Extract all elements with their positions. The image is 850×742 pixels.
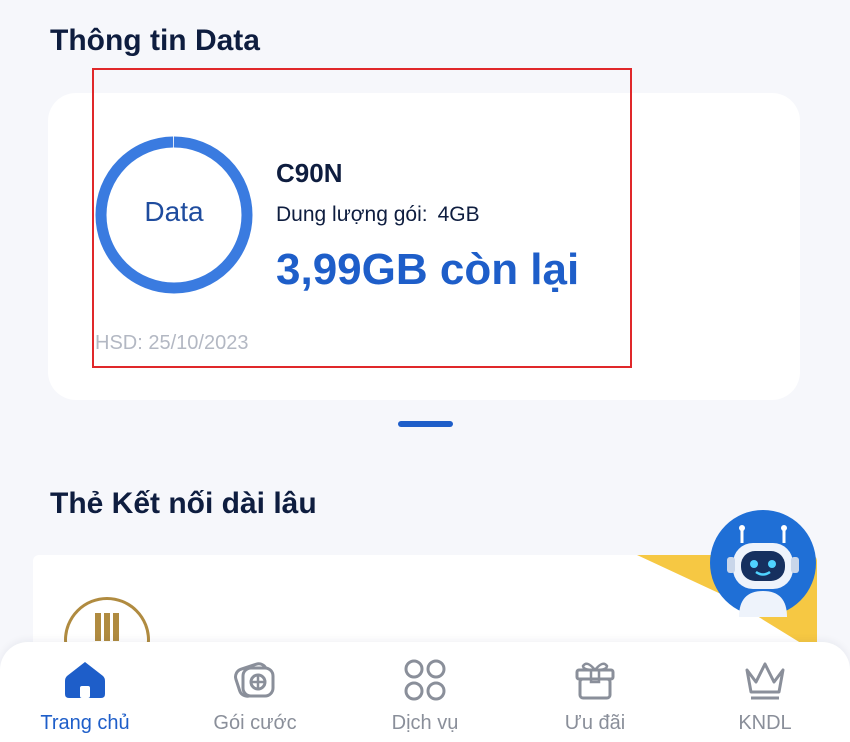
bottom-nav: Trang chủ Gói cước Dịch vụ Ưu đãi KNDL bbox=[0, 642, 850, 742]
nav-label-services: Dịch vụ bbox=[391, 712, 459, 734]
nav-item-package[interactable]: Gói cước bbox=[170, 642, 340, 742]
nav-item-services[interactable]: Dịch vụ bbox=[340, 642, 510, 742]
crown-icon bbox=[745, 662, 785, 700]
home-icon bbox=[65, 662, 105, 698]
gift-icon bbox=[575, 662, 615, 700]
kn-logo-bars bbox=[95, 613, 119, 641]
pager-indicator bbox=[398, 421, 453, 427]
nav-label-home: Trang chủ bbox=[40, 712, 130, 734]
nav-label-offers: Ưu đãi bbox=[564, 712, 626, 734]
services-grid-icon bbox=[404, 659, 446, 701]
chatbot-icon[interactable] bbox=[709, 509, 817, 617]
nav-item-kndl[interactable]: KNDL bbox=[680, 642, 850, 742]
nav-item-offers[interactable]: Ưu đãi bbox=[510, 642, 680, 742]
highlight-box bbox=[92, 68, 632, 368]
nav-label-package: Gói cước bbox=[213, 712, 297, 734]
data-section-title: Thông tin Data bbox=[50, 24, 260, 57]
nav-item-home[interactable]: Trang chủ bbox=[0, 642, 170, 742]
nav-label-kndl: KNDL bbox=[738, 712, 792, 734]
kn-section-title: Thẻ Kết nối dài lâu bbox=[50, 487, 317, 520]
package-icon bbox=[234, 662, 275, 698]
